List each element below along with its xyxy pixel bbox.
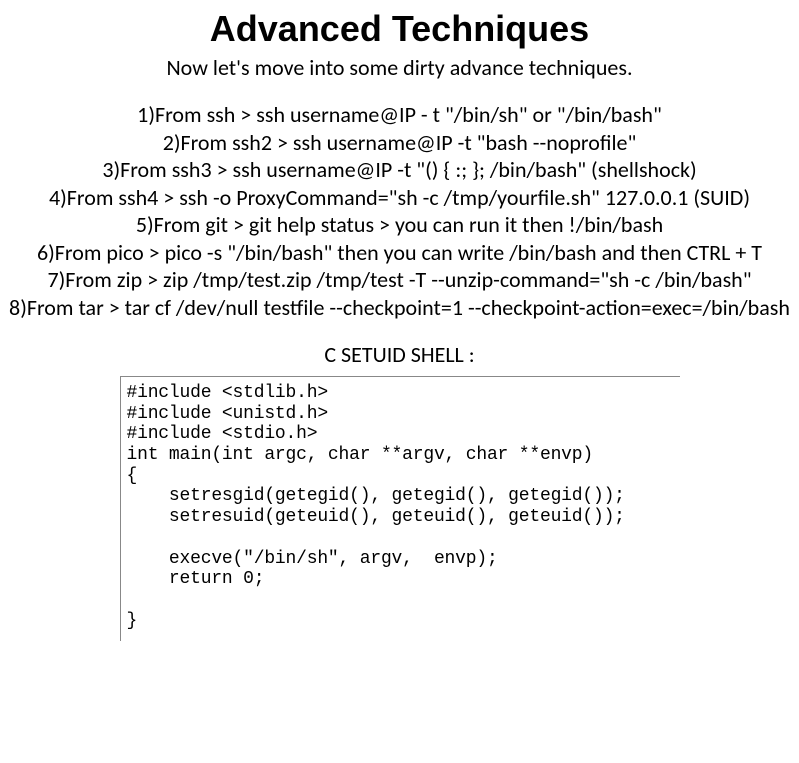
list-item: 5)From git > git help status > you can r… (2, 211, 797, 239)
list-item: 2)From ssh2 > ssh username@IP -t "bash -… (2, 129, 797, 157)
list-item: 8)From tar > tar cf /dev/null testfile -… (2, 294, 797, 322)
technique-list: 1)From ssh > ssh username@IP - t "/bin/s… (0, 101, 799, 321)
code-block-container: #include <stdlib.h> #include <unistd.h> … (120, 376, 680, 641)
list-item: 3)From ssh3 > ssh username@IP -t "() { :… (2, 156, 797, 184)
list-item: 1)From ssh > ssh username@IP - t "/bin/s… (2, 101, 797, 129)
list-item: 6)From pico > pico -s "/bin/bash" then y… (2, 239, 797, 267)
list-item: 7)From zip > zip /tmp/test.zip /tmp/test… (2, 266, 797, 294)
list-item: 4)From ssh4 > ssh -o ProxyCommand="sh -c… (2, 184, 797, 212)
code-block: #include <stdlib.h> #include <unistd.h> … (127, 383, 670, 631)
section-label: C SETUID SHELL : (0, 341, 799, 368)
page-title: Advanced Techniques (0, 8, 799, 50)
page-subtitle: Now let's move into some dirty advance t… (0, 54, 799, 81)
